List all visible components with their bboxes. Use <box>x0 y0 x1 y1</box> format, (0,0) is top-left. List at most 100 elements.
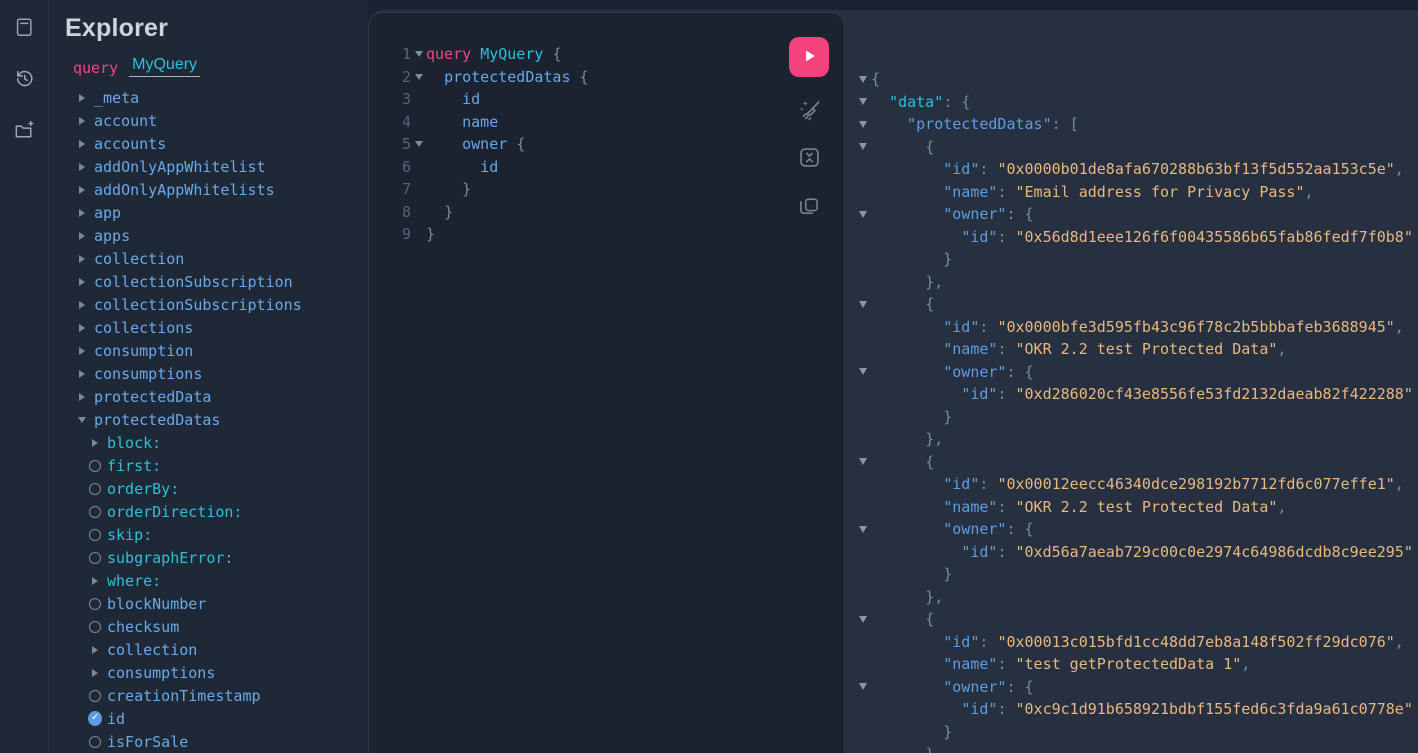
merge-fragments-button[interactable] <box>796 144 823 171</box>
fold-toggle-icon[interactable] <box>859 301 867 308</box>
sidebar-item-collectionSubscription[interactable]: collectionSubscription <box>65 270 368 293</box>
editor-line[interactable]: 2 protectedDatas { <box>399 66 844 89</box>
caret-right-icon[interactable] <box>79 324 85 332</box>
caret-right-icon[interactable] <box>79 94 85 102</box>
caret-right-icon[interactable] <box>92 646 98 654</box>
prettify-button[interactable] <box>796 97 823 124</box>
fold-toggle-icon[interactable] <box>859 143 867 150</box>
sidebar-item-accounts[interactable]: accounts <box>65 132 368 155</box>
sidebar-item-addOnlyAppWhitelists[interactable]: addOnlyAppWhitelists <box>65 178 368 201</box>
sidebar-item-consumption[interactable]: consumption <box>65 339 368 362</box>
sidebar-item-creationTimestamp[interactable]: creationTimestamp <box>65 684 368 707</box>
editor-line[interactable]: 9} <box>399 223 844 246</box>
sidebar-item-collection[interactable]: collection <box>65 247 368 270</box>
editor-line[interactable]: 4 name <box>399 111 844 134</box>
response-line: "data": { <box>854 91 1418 114</box>
fold-toggle-icon[interactable] <box>859 616 867 623</box>
explorer-plugin-button[interactable] <box>13 119 36 142</box>
fold-toggle-icon[interactable] <box>859 368 867 375</box>
sidebar-item-apps[interactable]: apps <box>65 224 368 247</box>
sidebar-item-isForSale[interactable]: isForSale <box>65 730 368 753</box>
sidebar-item-orderBy[interactable]: orderBy: <box>65 477 368 500</box>
sidebar-item-blockNumber[interactable]: blockNumber <box>65 592 368 615</box>
fold-toggle-icon[interactable] <box>415 141 423 147</box>
editor-line[interactable]: 7 } <box>399 178 844 201</box>
caret-right-icon[interactable] <box>79 117 85 125</box>
caret-right-icon[interactable] <box>79 370 85 378</box>
editor-line[interactable]: 1query MyQuery { <box>399 43 844 66</box>
docs-button[interactable] <box>13 16 35 38</box>
fold-toggle-icon[interactable] <box>859 98 867 105</box>
fold-toggle-icon[interactable] <box>859 76 867 83</box>
editor-line[interactable]: 6 id <box>399 156 844 179</box>
sidebar-item-account[interactable]: account <box>65 109 368 132</box>
fold-toggle-icon[interactable] <box>859 526 867 533</box>
response-line: "id": "0x0000bfe3d595fb43c96f78c2b5bbbaf… <box>854 316 1418 339</box>
editor-line[interactable]: 3 id <box>399 88 844 111</box>
radio-unchecked-icon[interactable] <box>89 598 101 610</box>
caret-right-icon[interactable] <box>79 347 85 355</box>
sidebar-item-id[interactable]: id <box>65 707 368 730</box>
caret-right-icon[interactable] <box>79 232 85 240</box>
caret-right-icon[interactable] <box>79 140 85 148</box>
caret-right-icon[interactable] <box>79 255 85 263</box>
editor-line[interactable]: 5 owner { <box>399 133 844 156</box>
radio-unchecked-icon[interactable] <box>89 460 101 472</box>
sidebar-item-collections[interactable]: collections <box>65 316 368 339</box>
operation-name-input[interactable]: MyQuery <box>129 57 200 77</box>
query-editor[interactable]: 1query MyQuery {2 protectedDatas {3 id4 … <box>369 13 844 246</box>
radio-unchecked-icon[interactable] <box>89 506 101 518</box>
sidebar-item-subgraphError[interactable]: subgraphError: <box>65 546 368 569</box>
radio-unchecked-icon[interactable] <box>89 483 101 495</box>
caret-right-icon[interactable] <box>92 669 98 677</box>
response-line: "name": "Email address for Privacy Pass"… <box>854 181 1418 204</box>
fold-toggle-icon[interactable] <box>859 121 867 128</box>
sidebar-item-app[interactable]: app <box>65 201 368 224</box>
radio-unchecked-icon[interactable] <box>89 621 101 633</box>
caret-right-icon[interactable] <box>92 439 98 447</box>
sidebar-item-consumptions[interactable]: consumptions <box>65 362 368 385</box>
sidebar-item-addOnlyAppWhitelist[interactable]: addOnlyAppWhitelist <box>65 155 368 178</box>
radio-unchecked-icon[interactable] <box>89 690 101 702</box>
sidebar-item-orderDirection[interactable]: orderDirection: <box>65 500 368 523</box>
response-line: "id": "0x0000b01de8afa670288b63bf13f5d55… <box>854 158 1418 181</box>
sidebar-item-collectionSubscriptions[interactable]: collectionSubscriptions <box>65 293 368 316</box>
caret-right-icon[interactable] <box>79 186 85 194</box>
sidebar-item-collection[interactable]: collection <box>65 638 368 661</box>
sidebar-item-skip[interactable]: skip: <box>65 523 368 546</box>
history-button[interactable] <box>13 67 36 90</box>
sidebar-item-consumptions[interactable]: consumptions <box>65 661 368 684</box>
radio-unchecked-icon[interactable] <box>89 529 101 541</box>
sidebar-item-protectedData[interactable]: protectedData <box>65 385 368 408</box>
caret-right-icon[interactable] <box>79 163 85 171</box>
sidebar-item-checksum[interactable]: checksum <box>65 615 368 638</box>
caret-right-icon[interactable] <box>79 301 85 309</box>
radio-unchecked-icon[interactable] <box>89 736 101 748</box>
checkbox-checked-icon[interactable] <box>88 711 102 726</box>
caret-right-icon[interactable] <box>79 278 85 286</box>
operation-row: query MyQuery <box>73 55 368 77</box>
radio-unchecked-icon[interactable] <box>89 552 101 564</box>
sidebar-item-label: protectedDatas <box>94 411 220 429</box>
fold-toggle-icon[interactable] <box>415 51 423 57</box>
sidebar-item-block[interactable]: block: <box>65 431 368 454</box>
fold-toggle-icon[interactable] <box>859 211 867 218</box>
editor-line[interactable]: 8 } <box>399 201 844 224</box>
caret-down-icon[interactable] <box>78 417 86 423</box>
response-line: "name": "OKR 2.2 test Protected Data", <box>854 338 1418 361</box>
fold-toggle-icon[interactable] <box>415 74 423 80</box>
copy-query-button[interactable] <box>796 191 822 217</box>
caret-right-icon[interactable] <box>79 393 85 401</box>
sidebar-item-protectedDatas[interactable]: protectedDatas <box>65 408 368 431</box>
sidebar-item-first[interactable]: first: <box>65 454 368 477</box>
execute-query-button[interactable] <box>789 37 829 77</box>
sidebar-item-label: creationTimestamp <box>107 687 261 705</box>
fold-toggle-icon[interactable] <box>859 458 867 465</box>
caret-right-icon[interactable] <box>79 209 85 217</box>
response-line: }, <box>854 428 1418 451</box>
sidebar-item-where[interactable]: where: <box>65 569 368 592</box>
fold-toggle-icon[interactable] <box>859 683 867 690</box>
caret-right-icon[interactable] <box>92 577 98 585</box>
sidebar-item-_meta[interactable]: _meta <box>65 86 368 109</box>
sidebar-item-label: blockNumber <box>107 595 206 613</box>
